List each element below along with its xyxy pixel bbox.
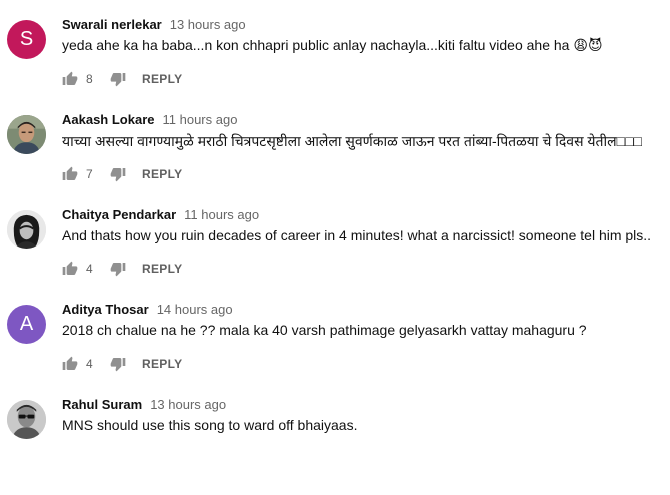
- comment-actions: 7 REPLY: [62, 164, 182, 184]
- author-name[interactable]: Aditya Thosar: [62, 302, 149, 317]
- comment-header: Aakash Lokare 11 hours ago: [62, 111, 237, 129]
- thumbs-up-icon[interactable]: [62, 166, 78, 182]
- thumbs-down-icon[interactable]: [110, 356, 126, 372]
- avatar[interactable]: S: [7, 20, 46, 59]
- comment-actions: 4 REPLY: [62, 259, 182, 279]
- like-count: 8: [86, 72, 93, 86]
- comment-header: Aditya Thosar 14 hours ago: [62, 301, 233, 319]
- comment-time[interactable]: 11 hours ago: [184, 207, 259, 222]
- thumbs-up-icon[interactable]: [62, 261, 78, 277]
- portrait-photo-icon: [7, 210, 46, 249]
- avatar[interactable]: [7, 210, 46, 249]
- comment-header: Chaitya Pendarkar 11 hours ago: [62, 206, 259, 224]
- comment-item: Rahul Suram 13 hours ago MNS should use t…: [0, 397, 670, 495]
- comment-header: Rahul Suram 13 hours ago: [62, 396, 226, 414]
- comment-time[interactable]: 14 hours ago: [157, 302, 233, 317]
- author-name[interactable]: Rahul Suram: [62, 397, 142, 412]
- avatar-letter: A: [19, 313, 34, 335]
- comment-time[interactable]: 13 hours ago: [150, 397, 226, 412]
- author-name[interactable]: Swarali nerlekar: [62, 17, 162, 32]
- comment-text: याच्या असल्या वागण्यामुळे मराठी चित्रपटस…: [62, 133, 643, 149]
- person-sunglasses-icon: [7, 400, 46, 439]
- reply-button[interactable]: REPLY: [142, 357, 182, 371]
- author-name[interactable]: Chaitya Pendarkar: [62, 207, 176, 222]
- comment-item: Aakash Lokare 11 hours ago याच्या असल्या …: [0, 112, 670, 210]
- avatar-letter: S: [19, 28, 34, 50]
- reply-button[interactable]: REPLY: [142, 72, 182, 86]
- comment-time[interactable]: 13 hours ago: [170, 17, 246, 32]
- like-count: 4: [86, 262, 93, 276]
- thumbs-down-icon[interactable]: [110, 261, 126, 277]
- thumbs-up-icon[interactable]: [62, 356, 78, 372]
- comment-actions: 4 REPLY: [62, 354, 182, 374]
- like-count: 4: [86, 357, 93, 371]
- comment-actions: 8 REPLY: [62, 69, 182, 89]
- thumbs-down-icon[interactable]: [110, 71, 126, 87]
- avatar[interactable]: A: [7, 305, 46, 344]
- person-photo-icon: [7, 115, 46, 154]
- comment-item: Chaitya Pendarkar 11 hours ago And thats …: [0, 207, 670, 305]
- comment-item: S Swarali nerlekar 13 hours ago yeda ahe …: [0, 17, 670, 115]
- like-count: 7: [86, 167, 93, 181]
- author-name[interactable]: Aakash Lokare: [62, 112, 155, 127]
- thumbs-up-icon[interactable]: [62, 71, 78, 87]
- comment-item: A Aditya Thosar 14 hours ago 2018 ch chal…: [0, 302, 670, 400]
- reply-button[interactable]: REPLY: [142, 262, 182, 276]
- reply-button[interactable]: REPLY: [142, 167, 182, 181]
- thumbs-down-icon[interactable]: [110, 166, 126, 182]
- comment-text: yeda ahe ka ha baba...n kon chhapri publ…: [62, 37, 603, 53]
- comment-header: Swarali nerlekar 13 hours ago: [62, 16, 246, 34]
- comment-time[interactable]: 11 hours ago: [163, 112, 238, 127]
- comment-text: MNS should use this song to ward off bha…: [62, 417, 358, 433]
- comment-text: 2018 ch chalue na he ?? mala ka 40 varsh…: [62, 322, 587, 338]
- avatar[interactable]: [7, 400, 46, 439]
- comment-text: And thats how you ruin decades of career…: [62, 227, 652, 243]
- avatar[interactable]: [7, 115, 46, 154]
